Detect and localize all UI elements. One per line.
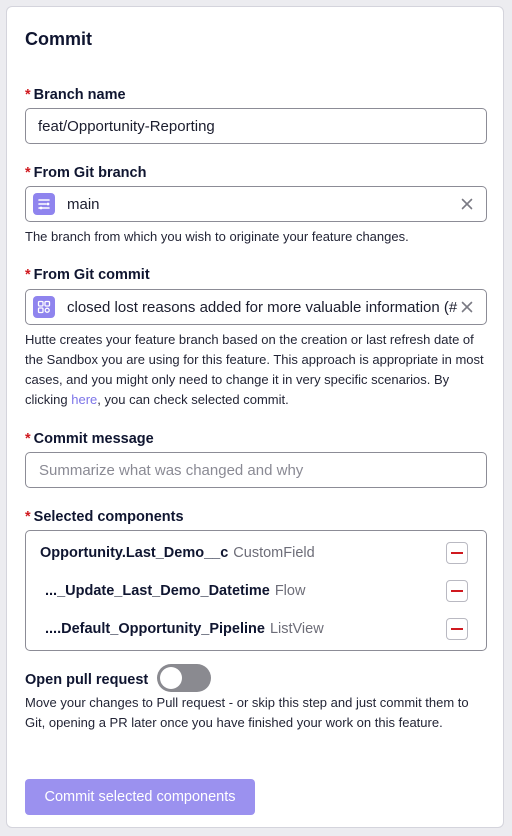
component-type: Flow — [274, 583, 306, 599]
selected-components-label: * Selected components — [25, 509, 184, 525]
list-item: ..._Update_Last_Demo_Datetime Flow — [26, 578, 486, 604]
clear-commit-icon[interactable] — [458, 298, 476, 316]
selected-components-list: Opportunity.Last_Demo__c CustomField ...… — [25, 530, 487, 651]
branch-name-label: * Branch name — [25, 87, 126, 103]
commit-message-input[interactable]: Summarize what was changed and why — [25, 452, 487, 488]
from-git-branch-value: main — [67, 195, 100, 213]
commit-message-placeholder: Summarize what was changed and why — [39, 461, 304, 479]
branch-name-value: feat/Opportunity-Reporting — [38, 117, 215, 135]
from-git-branch-help: The branch from which you wish to origin… — [25, 229, 409, 244]
commit-panel: Commit * Branch name feat/Opportunity-Rep… — [6, 6, 504, 828]
component-type: CustomField — [233, 545, 315, 561]
remove-component-button[interactable] — [446, 580, 468, 602]
list-item: ....Default_Opportunity_Pipeline ListVie… — [26, 616, 486, 642]
minus-icon — [451, 552, 463, 554]
pull-request-label: Open pull request — [25, 672, 149, 688]
minus-icon — [451, 590, 463, 592]
component-name: Opportunity.Last_Demo__c — [40, 545, 229, 561]
git-branch-icon — [33, 193, 55, 215]
commit-message-label: * Commit message — [25, 431, 154, 447]
pull-request-help: Move your changes to Pull request - or s… — [25, 695, 469, 730]
required-marker: * — [25, 165, 31, 181]
from-git-commit-help: Hutte creates your feature branch based … — [25, 332, 484, 407]
remove-component-button[interactable] — [446, 542, 468, 564]
required-marker: * — [25, 431, 31, 447]
clear-branch-icon[interactable] — [458, 195, 476, 213]
component-name: ....Default_Opportunity_Pipeline — [45, 621, 265, 637]
commit-selected-components-button[interactable]: Commit selected components — [25, 779, 255, 815]
from-git-commit-select[interactable]: closed lost reasons added for more valua… — [25, 289, 487, 325]
commit-icon — [33, 296, 55, 318]
component-name: ..._Update_Last_Demo_Datetime — [45, 583, 270, 599]
component-type: ListView — [269, 621, 324, 637]
minus-icon — [451, 628, 463, 630]
panel-title: Commit — [25, 29, 92, 49]
from-git-branch-label: * From Git branch — [25, 165, 147, 181]
from-git-commit-label: * From Git commit — [25, 267, 150, 283]
pull-request-toggle[interactable] — [157, 664, 211, 692]
remove-component-button[interactable] — [446, 618, 468, 640]
branch-name-input[interactable]: feat/Opportunity-Reporting — [25, 108, 487, 144]
required-marker: * — [25, 509, 31, 525]
from-git-commit-value: closed lost reasons added for more valua… — [67, 298, 466, 316]
check-commit-link[interactable]: here — [71, 392, 97, 407]
toggle-knob — [160, 667, 182, 689]
from-git-branch-select[interactable]: main — [25, 186, 487, 222]
required-marker: * — [25, 87, 31, 103]
list-item: Opportunity.Last_Demo__c CustomField — [26, 540, 486, 566]
required-marker: * — [25, 267, 31, 283]
